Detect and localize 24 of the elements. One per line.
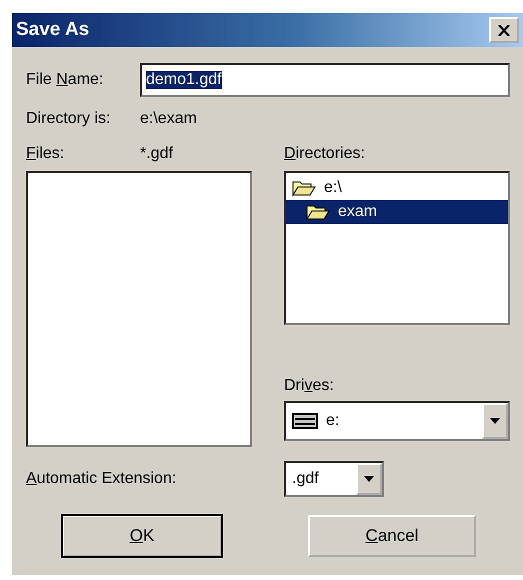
dropdown-arrow-icon	[490, 418, 500, 424]
directory-path: e:\exam	[140, 110, 197, 128]
directory-item[interactable]: e:\	[286, 176, 508, 200]
dropdown-arrow-icon	[364, 476, 374, 482]
directory-item[interactable]: exam	[286, 200, 508, 224]
close-button[interactable]	[489, 17, 519, 43]
files-list[interactable]	[26, 171, 252, 447]
folder-icon	[306, 203, 330, 221]
extension-dropdown[interactable]: .gdf	[284, 461, 384, 497]
files-label: Files:	[26, 145, 66, 163]
drives-dropdown[interactable]: e:	[284, 401, 510, 441]
extension-label: Automatic Extension:	[26, 470, 178, 488]
drives-label: Drives:	[284, 377, 334, 395]
file-name-label: File Name:	[26, 71, 104, 89]
directories-label: Directories:	[284, 145, 365, 163]
ok-button[interactable]: OK	[62, 515, 222, 557]
close-icon	[498, 24, 510, 36]
file-name-field[interactable]: demo1.gdf	[140, 63, 510, 97]
folder-icon	[292, 179, 316, 197]
drive-icon	[292, 413, 318, 429]
cancel-button[interactable]: Cancel	[308, 515, 476, 557]
directory-label: Directory is:	[26, 110, 112, 128]
file-filter: *.gdf	[140, 145, 173, 163]
window-title: Save As	[16, 19, 90, 41]
